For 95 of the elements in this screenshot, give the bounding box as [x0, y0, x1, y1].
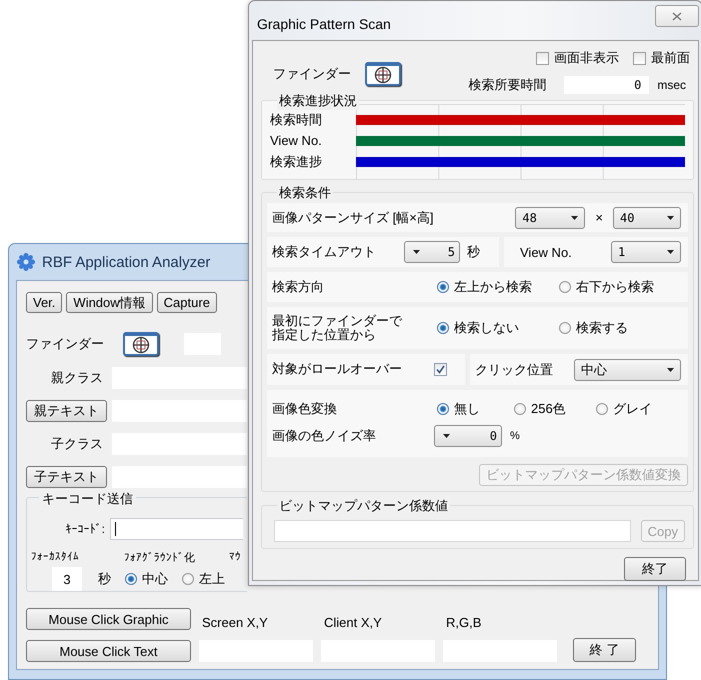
text-field[interactable] [274, 520, 631, 542]
dropdown[interactable]: 中心 [574, 358, 681, 380]
number-field[interactable]: 3 [52, 567, 82, 591]
field-label: 検索所要時間 [468, 76, 546, 94]
field-label: 画像の色ノイズ率 [272, 428, 377, 444]
unit-label: 秒 [467, 243, 480, 261]
option-label: グレイ [613, 400, 652, 418]
gear-icon [16, 252, 36, 272]
radio-button[interactable] [596, 403, 608, 415]
checkbox[interactable] [536, 52, 549, 64]
field-label: 検索方向 [272, 280, 325, 294]
finder-label: ファインダー [273, 65, 351, 83]
dropdown[interactable]: 40 [613, 206, 681, 228]
crosshair-icon [130, 336, 152, 354]
group-title: ビットマップパターン係数値 [277, 497, 450, 515]
radio-button[interactable] [436, 322, 449, 334]
finder-label: ファインダー [26, 335, 105, 353]
checkbox-label: 画面非表示 [554, 49, 619, 67]
field-label: 画像色変換 [272, 402, 338, 416]
option-label: 右下から検索 [576, 278, 654, 296]
field-label: 最初にファインダーで指定した位置から [272, 314, 404, 342]
meter-label: 検索進捗 [270, 152, 323, 170]
radio-button[interactable] [437, 403, 449, 415]
field-label: ｷｰｺｰﾄﾞ: [64, 522, 105, 536]
number-field[interactable]: 0 [434, 425, 502, 447]
caret-icon [667, 250, 674, 254]
dropdown[interactable]: 48 [515, 206, 586, 228]
radio-button[interactable] [514, 403, 526, 415]
number-field[interactable]: 5 [404, 241, 460, 263]
caret-icon [443, 434, 450, 438]
close-button[interactable] [655, 5, 699, 27]
field-label: 親クラス [50, 368, 104, 386]
unit-label: % [510, 430, 520, 442]
option-label: 左上から検索 [454, 278, 532, 296]
unit-label: msec [657, 78, 686, 92]
close-icon [672, 12, 682, 20]
dropdown[interactable]: 1 [611, 241, 681, 263]
option-label: 256色 [531, 400, 566, 418]
checkbox[interactable] [434, 363, 447, 376]
times-sign: × [595, 210, 603, 225]
readout-field: 0 [564, 76, 650, 94]
toolbar-button[interactable]: Window情報 [66, 292, 153, 313]
option-label: 無し [454, 400, 480, 418]
toolbar-button[interactable]: Ver. [26, 292, 62, 313]
meter-label: 検索時間 [270, 110, 323, 128]
text-button[interactable]: 親テキスト [26, 400, 107, 422]
text-button[interactable]: 子テキスト [26, 466, 107, 488]
input-field[interactable] [110, 518, 243, 540]
readout-label: R,G,B [445, 615, 482, 630]
meter-label: View No. [270, 133, 323, 148]
field-label: 画像パターンサイズ [幅×高] [272, 208, 434, 226]
caret-icon [571, 216, 578, 220]
field-label: ﾌｫｱｸﾞﾗｳﾝﾄﾞ化 [124, 551, 196, 565]
text-field[interactable] [112, 466, 247, 488]
text-field[interactable] [112, 400, 247, 422]
option-label: 検索する [576, 319, 628, 337]
window-title: Graphic Pattern Scan [257, 16, 391, 32]
group-title: 検索条件 [277, 184, 333, 202]
radio-button[interactable] [558, 322, 571, 334]
checkbox-label: 最前面 [651, 49, 690, 67]
caret-icon [413, 250, 420, 254]
field-label: ﾌｫｰｶｽﾀｲﾑ [31, 550, 80, 565]
field-label: 検索タイムアウト [272, 243, 376, 261]
readout-label: Client X,Y [323, 615, 383, 630]
option-label: 左上 [199, 570, 225, 588]
radio-button[interactable] [182, 573, 194, 585]
text-cursor [115, 522, 116, 536]
finder-button[interactable] [123, 332, 159, 356]
close-button[interactable]: 終了 [624, 557, 686, 581]
radio-button[interactable] [559, 281, 571, 293]
caret-icon [667, 368, 674, 372]
crosshair-icon [372, 66, 394, 84]
text-field[interactable] [112, 366, 247, 388]
radio-button[interactable] [437, 281, 449, 293]
group-title: キーコード送信 [39, 490, 136, 508]
mouse-click-button[interactable]: Mouse Click Text [26, 640, 191, 662]
option-label: 検索しない [454, 319, 519, 337]
field-label: クリック位置 [475, 360, 553, 378]
radio-button[interactable] [125, 573, 137, 585]
field-label: 子クラス [50, 434, 104, 452]
option-label: 中心 [142, 570, 168, 588]
field-label: 対象がロールオーバー [272, 362, 403, 377]
finder-button[interactable] [365, 62, 401, 86]
group-title: 検索進捗状況 [277, 92, 359, 110]
field-label: View No. [520, 244, 572, 260]
caret-icon [667, 216, 674, 220]
readout-label: Screen X,Y [201, 615, 269, 630]
unit-label: 秒 [98, 570, 111, 588]
field-label: ﾏｳ [229, 550, 241, 565]
checkbox[interactable] [633, 52, 646, 64]
text-field[interactable] [112, 432, 247, 454]
window-title: RBF Application Analyzer [42, 254, 210, 270]
toolbar-button[interactable]: Capture [156, 292, 217, 313]
mouse-click-button[interactable]: Mouse Click Graphic [26, 608, 191, 630]
close-button[interactable]: 終 了 [573, 638, 636, 662]
